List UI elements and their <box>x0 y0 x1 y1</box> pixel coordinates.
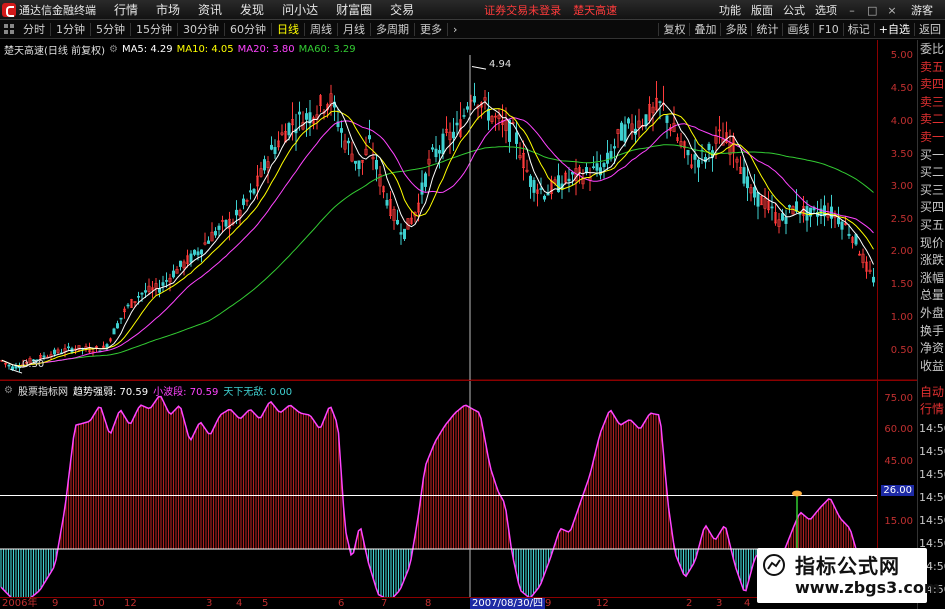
price-panel: 楚天高速(日线 前复权) ⚙ MA5: 4.29 MA10: 4.05 MA20… <box>0 40 877 380</box>
indicator-legend: ⚙ 股票指标网 趋势强弱: 70.59 小波段: 70.59 天下无敌: 0.0… <box>4 383 292 398</box>
quote-label: 买二 <box>919 165 944 180</box>
ma10-label: MA10: 4.05 <box>176 44 234 55</box>
x-tick: 8 <box>425 598 432 609</box>
price-legend: 楚天高速(日线 前复权) ⚙ MA5: 4.29 MA10: 4.05 MA20… <box>4 42 356 57</box>
quote-label: 现价 <box>919 235 944 250</box>
quote-panel: 委比卖五卖四卖三卖二卖一买一买二买三买四买五现价涨跌涨幅总量外盘换手净资收益自动… <box>917 40 945 609</box>
indicator-source[interactable]: 股票指标网 <box>18 383 68 398</box>
x-tick: 3 <box>206 598 213 609</box>
high-price-label: 4.94 <box>489 59 512 70</box>
tick-time: 14:50 <box>919 468 945 481</box>
quote-label: 买三 <box>919 182 944 197</box>
x-tick: 10 <box>92 598 105 609</box>
y-tick: 1.50 <box>890 279 913 290</box>
x-tick: 12 <box>596 598 609 609</box>
y-tick: 2.00 <box>890 246 913 257</box>
trend-strength-label: 趋势强弱: 70.59 <box>72 387 149 398</box>
ma60-label: MA60: 3.29 <box>298 44 356 55</box>
quote-label: 卖三 <box>919 94 944 109</box>
y-tick: 60.00 <box>884 424 913 435</box>
y-tick: 5.00 <box>890 50 913 61</box>
quote-label: 卖一 <box>919 130 944 144</box>
y-tick: 75.00 <box>884 393 913 404</box>
quote-label: 涨跌 <box>919 253 944 268</box>
x-tick: 7 <box>381 598 388 609</box>
x-tick: 2006年 <box>2 598 38 609</box>
indicator-settings-icon[interactable]: ⚙ <box>4 385 13 396</box>
tick-time: 14:50 <box>919 422 945 435</box>
quote-label: 总量 <box>919 288 944 303</box>
ma-settings-icon[interactable]: ⚙ <box>109 44 118 55</box>
ma5-label: MA5: 4.29 <box>121 44 173 55</box>
quote-label: 卖四 <box>919 77 944 92</box>
y-tick: 3.50 <box>890 149 913 160</box>
tick-time: 14:50 <box>919 445 945 458</box>
watermark-title: 指标公式网 <box>795 554 900 578</box>
quote-label: 卖二 <box>919 112 944 127</box>
stock-title[interactable]: 楚天高速(日线 前复权) <box>4 42 105 57</box>
quote-label: 外盘 <box>919 306 944 320</box>
x-tick: 12 <box>124 598 137 609</box>
quote-label: 委比 <box>919 42 944 56</box>
small-wave-label: 小波段: 70.59 <box>153 387 219 398</box>
x-tick: 9 <box>545 598 552 609</box>
y-tick: 4.50 <box>890 83 913 94</box>
low-price-label: 0.30 <box>22 359 45 370</box>
quote-tab[interactable]: 行情 <box>918 402 945 417</box>
y-tick: 1.00 <box>890 312 913 323</box>
y-tick: 15.00 <box>884 516 913 527</box>
x-tick: 3 <box>716 598 723 609</box>
y-tick: 2.50 <box>890 214 913 225</box>
tick-time: 14:50 <box>919 491 945 504</box>
quote-label: 换手 <box>919 323 944 338</box>
quote-label: 买四 <box>919 200 944 215</box>
x-tick: 4 <box>236 598 243 609</box>
level-value-badge: 26.00 <box>881 485 914 496</box>
quote-label: 买五 <box>919 218 944 232</box>
watermark: 指标公式网 www.zbgs3.com <box>757 548 941 603</box>
y-tick: 0.50 <box>890 345 913 356</box>
watermark-logo-icon <box>763 554 785 576</box>
y-tick: 3.00 <box>890 181 913 192</box>
quote-label: 收益 <box>919 358 944 373</box>
x-tick: 4 <box>744 598 751 609</box>
indicator-panel: ⚙ 股票指标网 趋势强弱: 70.59 小波段: 70.59 天下无敌: 0.0… <box>0 380 877 597</box>
watermark-url: www.zbgs3.com <box>795 578 941 597</box>
quote-tab[interactable]: 自动 <box>918 385 945 400</box>
price-y-axis: 5.00 4.50 4.00 3.50 3.00 2.50 2.00 1.50 … <box>877 40 917 380</box>
ma20-label: MA20: 3.80 <box>237 44 295 55</box>
quote-label: 买一 <box>919 147 944 162</box>
quote-label: 净资 <box>919 341 944 356</box>
y-tick: 4.00 <box>890 116 913 127</box>
quote-label: 卖五 <box>919 59 944 74</box>
x-tick: 6 <box>338 598 345 609</box>
y-tick: 45.00 <box>884 456 913 467</box>
x-tick: 9 <box>52 598 59 609</box>
back-button[interactable]: 返回 <box>914 23 945 36</box>
cursor-date-label: 2007/08/30/四 <box>470 598 546 609</box>
tick-time: 14:50 <box>919 514 945 527</box>
quote-label: 涨幅 <box>919 270 944 285</box>
invincible-label: 天下无敌: 0.00 <box>223 387 293 398</box>
x-tick: 2 <box>686 598 693 609</box>
x-tick: 5 <box>262 598 269 609</box>
